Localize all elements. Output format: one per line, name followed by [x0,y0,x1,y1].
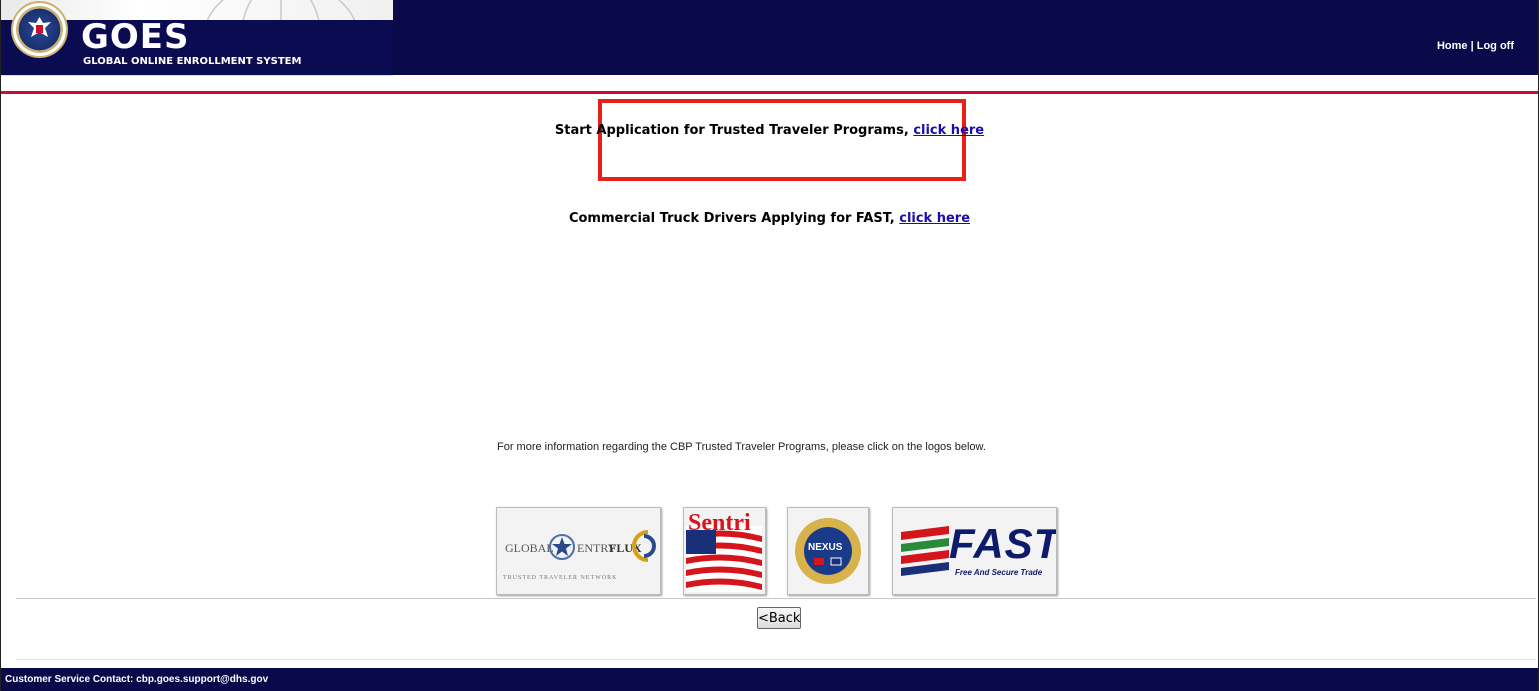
nav-separator: | [1470,40,1474,52]
fast-application-link[interactable]: click here [899,211,970,226]
content-divider [16,598,1536,599]
customer-service-contact: Customer Service Contact: cbp.goes.suppo… [5,674,269,685]
home-link[interactable]: Home [1437,40,1468,52]
nexus-text: NEXUS [808,542,843,553]
site-header: GOES GLOBAL ONLINE ENROLLMENT SYSTEM Hom… [1,0,1538,76]
fast-text: FAST [949,520,1057,567]
more-info-text: For more information regarding the CBP T… [497,441,986,453]
fast-tagline: Free And Secure Trade [955,568,1043,577]
header-bar [393,20,1538,75]
header-logo-panel: GOES GLOBAL ONLINE ENROLLMENT SYSTEM [1,0,393,76]
fast-application-line: Commercial Truck Drivers Applying for FA… [0,211,1539,226]
sentri-text: Sentri [688,510,751,536]
eagle-icon [28,17,51,37]
flux-swoosh-icon [632,530,656,562]
app-subtitle: GLOBAL ONLINE ENROLLMENT SYSTEM [83,56,302,67]
global-entry-logo[interactable]: GLOBAL ENTRY FLUX TRUSTED TRAVELER NETWO… [496,507,661,595]
fast-application-text: Commercial Truck Drivers Applying for FA… [568,211,895,226]
fast-logo[interactable]: FAST Free And Secure Trade [892,507,1057,595]
global-entry-tagline: TRUSTED TRAVELER NETWORK [503,575,618,581]
header-divider [1,91,1538,94]
fast-flags-icon [901,526,949,576]
back-button[interactable]: <Back [757,607,801,629]
dhs-seal-logo[interactable] [11,1,68,58]
global-entry-global-text: GLOBAL [505,541,554,555]
nexus-logo[interactable]: NEXUS [787,507,869,595]
sentri-logo[interactable]: Sentri [683,507,766,595]
highlight-box [598,99,966,181]
logoff-link[interactable]: Log off [1477,40,1514,52]
start-application-line: Start Application for Trusted Traveler P… [0,123,1539,138]
app-title: GOES [81,17,190,57]
star-icon [549,534,575,560]
footer-divider [16,659,1536,660]
site-footer: Customer Service Contact: cbp.goes.suppo… [1,668,1538,691]
start-application-text: Start Application for Trusted Traveler P… [554,123,909,138]
start-application-link[interactable]: click here [913,123,984,138]
header-nav: Home | Log off [1437,40,1514,52]
